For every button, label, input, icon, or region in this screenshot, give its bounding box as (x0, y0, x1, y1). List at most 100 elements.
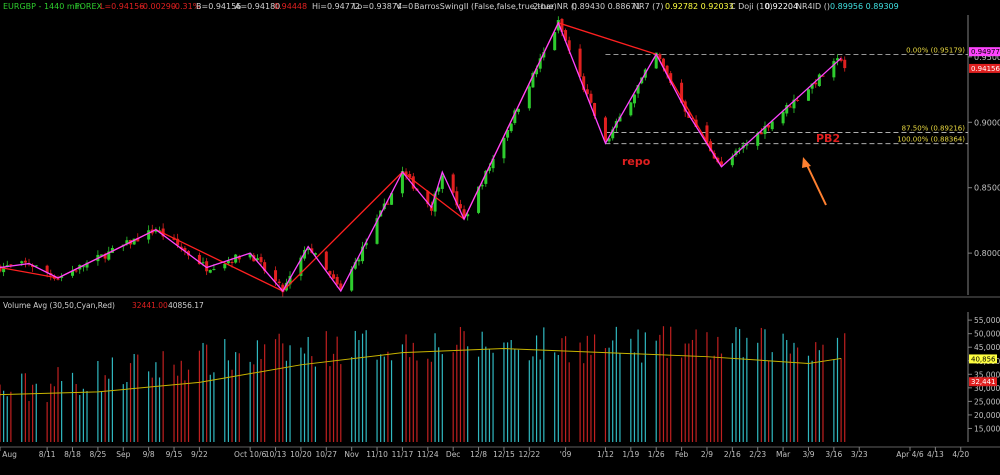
volume-bar (833, 359, 835, 442)
volume-bar (793, 342, 795, 442)
volume-bar (539, 359, 541, 442)
x-tick-label: 10/27 (315, 450, 337, 459)
volume-bar (666, 358, 668, 442)
volume-bar (815, 342, 817, 442)
volume-bar (452, 352, 454, 442)
volume-bar (177, 375, 179, 442)
volume-bar (289, 345, 291, 442)
study-2bar-values: 0.89430 0.88671 (572, 2, 641, 11)
volume-bar (713, 355, 715, 442)
volume-bar (86, 391, 88, 442)
volume-bar (238, 353, 240, 442)
chart-root: EURGBP - 1440 min FOREX L=0.94156 -0.002… (0, 0, 1000, 475)
volume-bar (485, 346, 487, 442)
volume-bar (162, 351, 164, 442)
volume-bar (688, 343, 690, 442)
market-label: FOREX (75, 2, 103, 11)
candle-body (277, 281, 281, 284)
candle-body (770, 121, 774, 130)
volume-bar (481, 331, 483, 442)
x-tick-label: 9/15 (166, 450, 183, 459)
volume-bar (53, 386, 55, 442)
volume-bar (612, 340, 614, 442)
volume-bar (126, 381, 128, 442)
volume-bar (767, 360, 770, 442)
volume-bar (818, 350, 820, 442)
candle-body (781, 111, 785, 124)
volume-bar (409, 357, 411, 442)
volume-bar (764, 329, 766, 442)
volume-bar (427, 358, 429, 442)
volume-bar (510, 340, 512, 442)
candle-body (9, 264, 13, 266)
volume-bar (517, 349, 520, 442)
volume-bar (227, 360, 230, 442)
volume-bar (840, 358, 842, 442)
volume-bar (670, 326, 672, 442)
volume-bar (441, 354, 443, 442)
x-tick-label: 8/25 (89, 450, 106, 459)
x-tick-label: Nov (344, 450, 359, 459)
volume-bar (807, 355, 810, 442)
volume-bar (742, 357, 744, 442)
candle-body (212, 268, 216, 270)
volume-bar (71, 372, 74, 442)
volume-y-tick-label: 15,000 (974, 424, 1000, 433)
volume-bar (644, 332, 646, 442)
candle-body (843, 59, 847, 69)
volume-bar (50, 383, 52, 442)
volume-bar (332, 353, 335, 442)
fib-level-label: 87.50% (0.89216) (902, 125, 966, 133)
volume-bar (311, 356, 313, 442)
x-tick-label: Mar (776, 450, 791, 459)
candle-body (332, 274, 336, 279)
volume-value-label: 32441.00 (132, 301, 168, 310)
volume-y-tick-label: 20,000 (974, 411, 1000, 420)
volume-bar (380, 354, 382, 442)
volume-bar (568, 362, 570, 442)
volume-y-tick-label: 45,000 (974, 343, 1000, 352)
candle-body (788, 106, 792, 108)
volume-bar (579, 342, 581, 442)
x-tick-label: 11/17 (392, 450, 414, 459)
candle-body (20, 261, 24, 264)
volume-bar (822, 344, 824, 442)
volume-bar (709, 359, 712, 442)
volume-bar (615, 326, 617, 442)
volume-bar (202, 342, 204, 442)
volume-bar (104, 375, 106, 442)
candle-body (509, 123, 513, 132)
x-tick-label: 1/19 (622, 450, 639, 459)
volume-bar (593, 334, 596, 442)
study-nr4id-label: NR4ID () (796, 2, 830, 11)
volume-bar (811, 360, 813, 442)
candle-body (527, 86, 531, 109)
volume-bar (557, 354, 559, 442)
volume-bar (662, 326, 665, 442)
volume-bar (21, 373, 23, 442)
volume-bar (554, 352, 556, 442)
x-tick-label: 12/15 (493, 450, 515, 459)
repo-annotation: repo (622, 155, 651, 168)
candle-body (440, 175, 444, 189)
candle-body (259, 257, 263, 263)
volume-bar (235, 352, 237, 442)
volume-bar (358, 340, 360, 442)
volume-bar (390, 360, 393, 442)
volume-bar (619, 353, 621, 442)
volume-bar (158, 377, 161, 442)
volume-bar (3, 390, 5, 442)
volume-bar (535, 335, 538, 442)
x-tick-label: 3/9 (802, 450, 814, 459)
volume-bar (797, 347, 799, 442)
candle-body (578, 48, 582, 77)
volume-bar (155, 362, 157, 442)
volume-bar (111, 357, 113, 442)
volume-bar (706, 332, 708, 442)
price-y-tick-label: 0.90000 (974, 118, 1000, 127)
candle-body (759, 132, 763, 135)
volume-bar (187, 369, 190, 442)
volume-bar (28, 401, 30, 442)
volume-bar (488, 349, 491, 442)
volume-bar (456, 344, 458, 442)
